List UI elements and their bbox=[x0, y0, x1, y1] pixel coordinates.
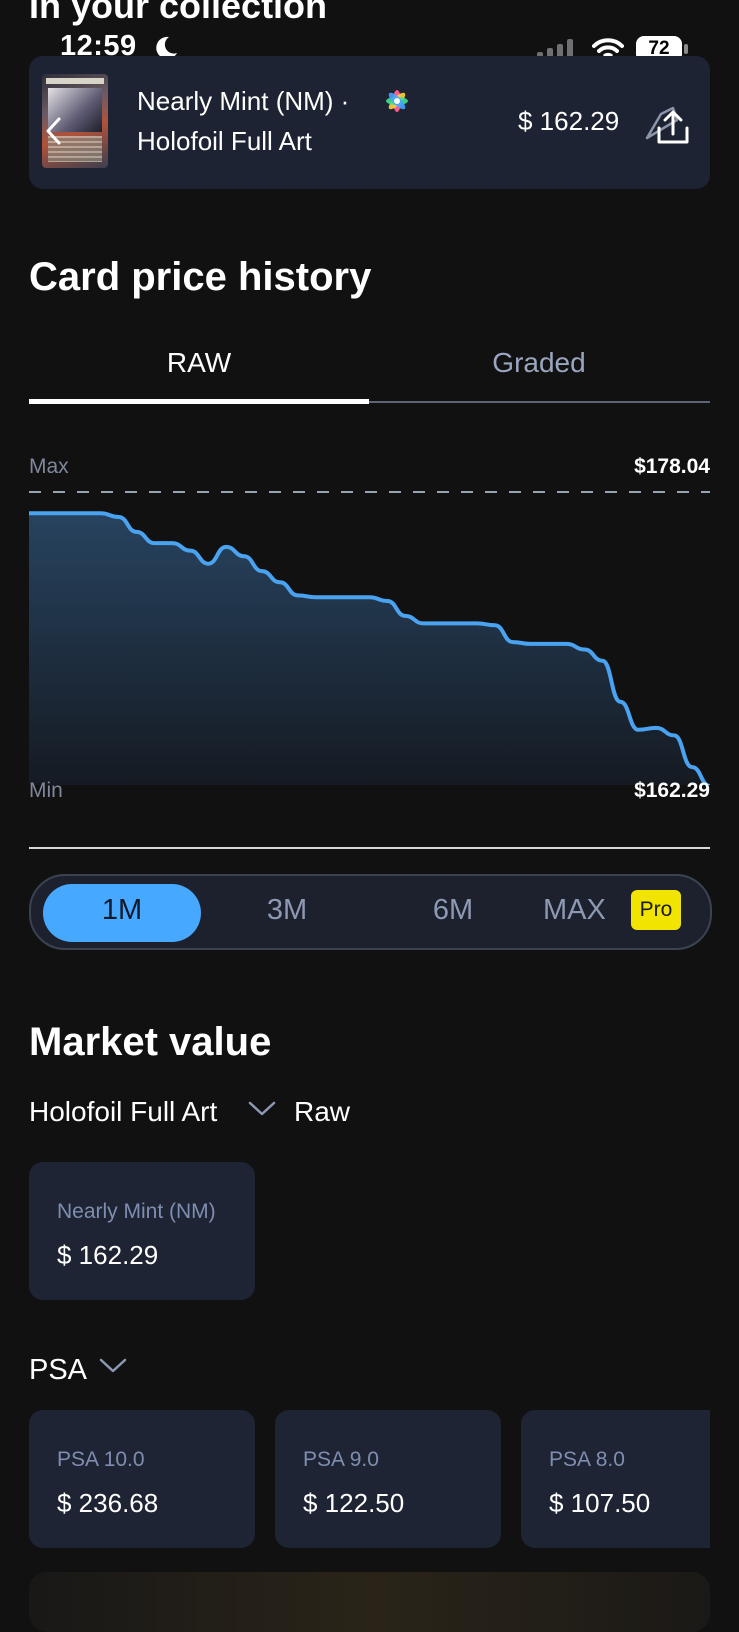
price-card-value: $ 236.68 bbox=[57, 1488, 159, 1518]
nm-price-card[interactable]: Nearly Mint (NM) $ 162.29 bbox=[29, 1162, 255, 1300]
chevron-down-icon[interactable] bbox=[99, 1357, 127, 1375]
price-chart[interactable]: Max $178.04 Min $162.29 bbox=[29, 455, 710, 815]
price-card-value: $ 122.50 bbox=[303, 1488, 405, 1518]
card-condition: Nearly Mint (NM) · bbox=[137, 86, 350, 116]
chevron-down-icon[interactable] bbox=[248, 1100, 276, 1118]
price-area bbox=[29, 513, 707, 785]
psa-9-card[interactable]: PSA 9.0 $ 122.50 bbox=[275, 1410, 501, 1548]
pro-badge: Pro bbox=[631, 890, 681, 930]
price-type-tabs: RAW Graded bbox=[29, 335, 710, 405]
range-max[interactable]: MAX bbox=[543, 894, 643, 927]
price-chart-svg bbox=[29, 491, 710, 785]
collection-header-title: In your collection bbox=[29, 0, 328, 26]
tab-graded[interactable]: Graded bbox=[369, 347, 709, 379]
psa-8-card[interactable]: PSA 8.0 $ 107.50 bbox=[521, 1410, 710, 1548]
grading-company-selector[interactable]: PSA bbox=[29, 1354, 87, 1387]
range-3m[interactable]: 3M bbox=[207, 894, 367, 927]
variant-selector[interactable]: Holofoil Full Art bbox=[29, 1096, 217, 1128]
chart-min-value: $162.29 bbox=[634, 779, 710, 802]
share-icon[interactable] bbox=[641, 102, 693, 148]
range-6m[interactable]: 6M bbox=[373, 894, 533, 927]
back-chevron-icon[interactable] bbox=[43, 116, 63, 146]
card-variant: Holofoil Full Art bbox=[137, 126, 312, 156]
collection-card[interactable]: Nearly Mint (NM) · Holofoil Full Art $ 1… bbox=[29, 56, 710, 189]
time-range-selector: 1M 3M 6M MAX Pro bbox=[29, 874, 712, 950]
price-card-label: PSA 9.0 bbox=[303, 1448, 379, 1471]
tab-active-indicator bbox=[29, 399, 369, 404]
battery-nub bbox=[684, 44, 688, 54]
market-type-label: Raw bbox=[294, 1096, 351, 1127]
chart-baseline bbox=[29, 847, 710, 849]
psa-price-carousel[interactable]: PSA 10.0 $ 236.68 PSA 9.0 $ 122.50 PSA 8… bbox=[29, 1410, 710, 1550]
collection-card-price: $ 162.29 bbox=[518, 106, 620, 136]
promo-banner-peek[interactable] bbox=[29, 1572, 710, 1632]
range-1m[interactable]: 1M bbox=[42, 894, 202, 927]
price-card-label: PSA 10.0 bbox=[57, 1448, 145, 1471]
price-card-label: Nearly Mint (NM) bbox=[57, 1200, 216, 1223]
holofoil-icon bbox=[386, 90, 408, 112]
price-card-value: $ 162.29 bbox=[57, 1240, 159, 1270]
chart-min-label: Min bbox=[29, 779, 63, 802]
market-value-title: Market value bbox=[29, 1020, 272, 1064]
price-history-title: Card price history bbox=[29, 255, 372, 299]
tab-raw[interactable]: RAW bbox=[29, 347, 369, 379]
psa-10-card[interactable]: PSA 10.0 $ 236.68 bbox=[29, 1410, 255, 1548]
price-card-label: PSA 8.0 bbox=[549, 1448, 625, 1471]
price-card-value: $ 107.50 bbox=[549, 1488, 651, 1518]
